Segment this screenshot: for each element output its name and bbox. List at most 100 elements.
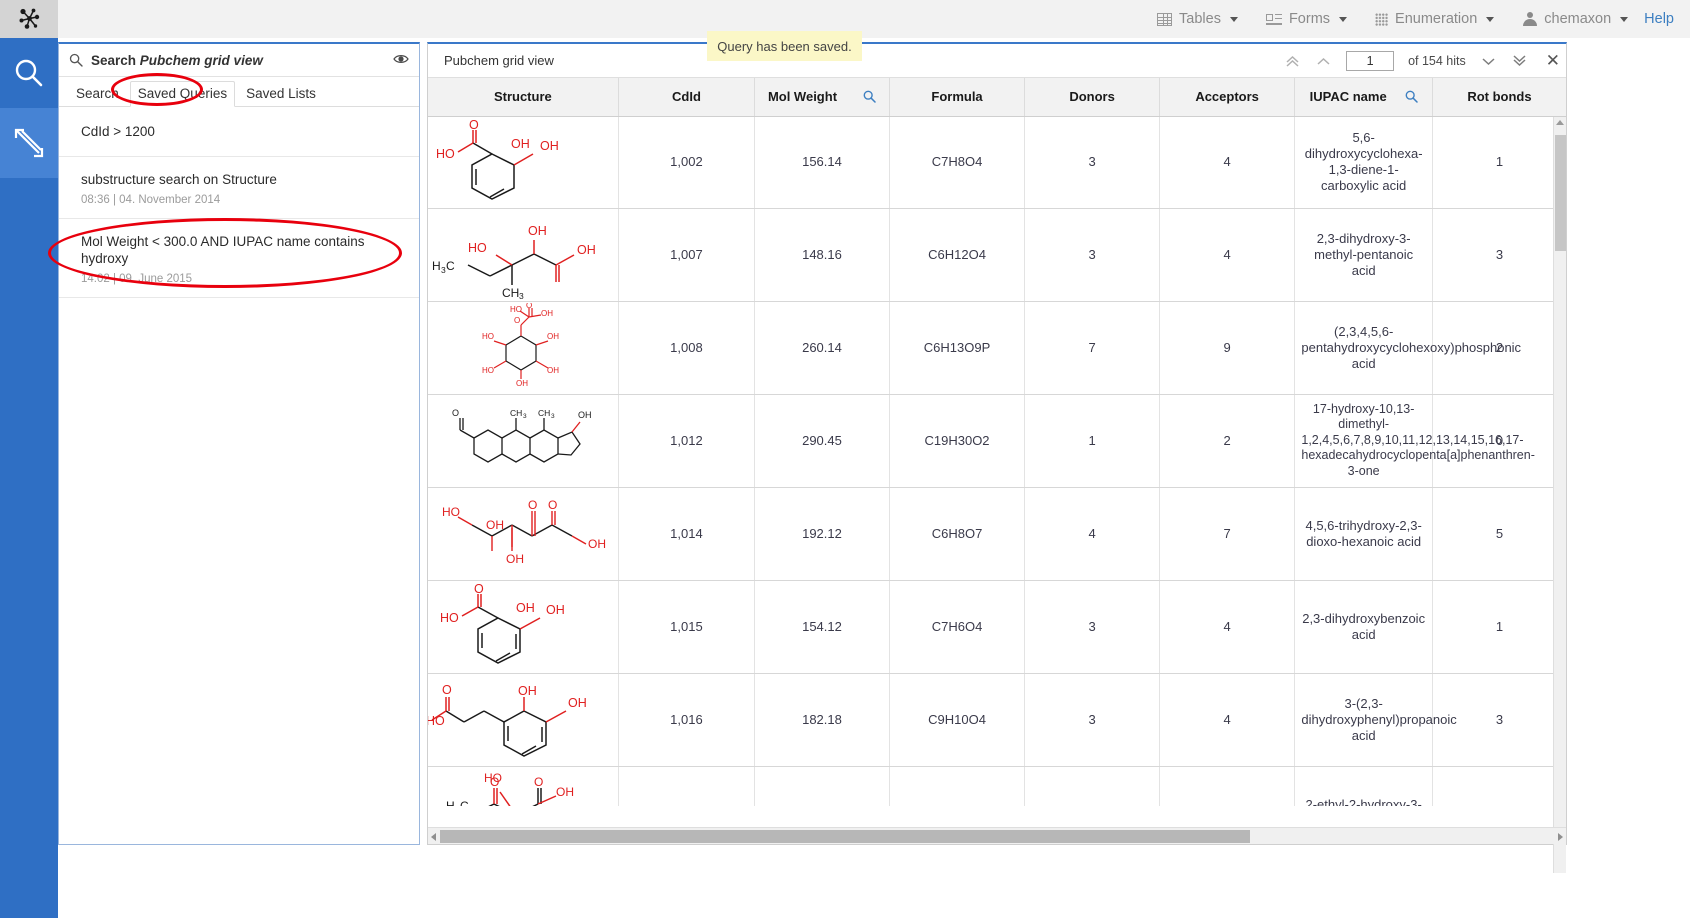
top-menu-group: Tables Forms Enumeration chemaxon: [1157, 0, 1628, 38]
scroll-left-arrow-icon[interactable]: [431, 833, 436, 841]
table-row[interactable]: OH OH O HO 1,015 154.12 C7H6O4 3 4 2,3-d…: [428, 580, 1566, 673]
cell-structure[interactable]: O OH OH OH HO HO O OH HO: [428, 301, 618, 394]
chevron-down-icon: [1230, 17, 1238, 22]
column-header-mol-weight[interactable]: Mol Weight: [755, 78, 890, 116]
column-header-cdid[interactable]: CdId: [618, 78, 755, 116]
cell-mol-weight: 260.14: [755, 301, 890, 394]
search-panel: Search Pubchem grid view Search Saved Qu…: [58, 42, 420, 845]
tab-saved-lists[interactable]: Saved Lists: [239, 82, 323, 106]
tab-search[interactable]: Search: [69, 82, 126, 106]
menu-user[interactable]: chemaxon: [1522, 0, 1628, 38]
vertical-scroll-thumb[interactable]: [1555, 135, 1566, 251]
table-row[interactable]: O OH OH OH HO HO O OH HO 1,008: [428, 301, 1566, 394]
menu-forms-label: Forms: [1289, 11, 1330, 27]
search-panel-target: Pubchem grid view: [140, 53, 263, 68]
saved-query-item[interactable]: substructure search on Structure 08:36 |…: [59, 157, 419, 219]
svg-text:OH: OH: [540, 139, 559, 153]
svg-text:H: H: [446, 799, 455, 806]
cell-structure[interactable]: OH OH O HO: [428, 116, 618, 208]
menu-forms[interactable]: Forms: [1266, 0, 1347, 38]
rail-item-structure-import[interactable]: [0, 108, 58, 178]
svg-text:HO: HO: [482, 366, 494, 375]
svg-text:CH: CH: [510, 408, 522, 418]
cell-cdid: 1,014: [618, 487, 755, 580]
column-header-acceptors[interactable]: Acceptors: [1159, 78, 1295, 116]
menu-enumeration[interactable]: Enumeration: [1375, 0, 1494, 38]
svg-text:O: O: [452, 408, 459, 418]
table-row[interactable]: CH 3 CH 3 O OH 1,012 290.45 C19H30O2 1: [428, 394, 1566, 487]
search-panel-title: Search Pubchem grid view: [91, 53, 263, 68]
last-page-button[interactable]: [1511, 53, 1528, 68]
svg-text:O: O: [528, 498, 537, 512]
chevron-down-icon: [1339, 17, 1347, 22]
horizontal-scrollbar[interactable]: [428, 827, 1566, 844]
table-row[interactable]: H 3 C HO OH OH CH 3 1,007 148.16: [428, 208, 1566, 301]
menu-user-label: chemaxon: [1544, 11, 1611, 27]
column-search-icon[interactable]: [1405, 90, 1418, 103]
vertical-scrollbar[interactable]: [1553, 117, 1566, 873]
cell-acceptors: 4: [1159, 116, 1295, 208]
cell-rot-bonds: 1: [1432, 116, 1566, 208]
horizontal-scroll-thumb[interactable]: [440, 830, 1250, 843]
svg-text:OH: OH: [518, 684, 537, 698]
help-link[interactable]: Help: [1644, 11, 1674, 27]
svg-text:HO: HO: [442, 505, 460, 519]
cell-structure[interactable]: OH OH O HO: [428, 580, 618, 673]
svg-text:OH: OH: [486, 518, 504, 532]
column-header-structure[interactable]: Structure: [428, 78, 618, 116]
column-label: CdId: [672, 89, 701, 104]
scroll-up-arrow-icon[interactable]: [1556, 120, 1564, 125]
column-label: IUPAC name: [1310, 89, 1387, 104]
pagination-controls: of 154 hits ✕: [1284, 51, 1560, 71]
rail-item-search[interactable]: [0, 38, 58, 108]
table-row[interactable]: OH OH O HO 1,016 182.18 C9H10O4 3 4 3-(2…: [428, 673, 1566, 766]
saved-query-item[interactable]: CdId > 1200: [59, 107, 419, 157]
svg-text:3: 3: [519, 291, 524, 299]
column-header-formula[interactable]: Formula: [889, 78, 1025, 116]
cell-mol-weight: 146.14: [755, 766, 890, 806]
saved-query-text: substructure search on Structure: [81, 171, 401, 188]
svg-text:OH: OH: [541, 309, 553, 318]
svg-text:O: O: [548, 498, 557, 512]
cell-donors: 3: [1025, 580, 1160, 673]
page-number-input[interactable]: [1346, 51, 1394, 71]
saved-query-item[interactable]: Mol Weight < 300.0 AND IUPAC name contai…: [59, 219, 419, 298]
svg-text:OH: OH: [547, 366, 559, 375]
grid-scroll-region: Structure CdId Mol Weight Formula Donor: [428, 78, 1566, 806]
table-row[interactable]: HO OH OH O O OH 1,014 192.12 C6H8O7 4: [428, 487, 1566, 580]
cell-iupac-name: 17-hydroxy-10,13-dimethyl-1,2,4,5,6,7,8,…: [1295, 394, 1433, 487]
cell-structure[interactable]: CH 3 CH 3 O OH: [428, 394, 618, 487]
scroll-right-arrow-icon[interactable]: [1558, 833, 1563, 841]
cell-donors: 3: [1025, 208, 1160, 301]
column-header-donors[interactable]: Donors: [1025, 78, 1160, 116]
cell-formula: C7H6O4: [889, 580, 1025, 673]
table-row[interactable]: H 3 C O HO O OH 1,017 146.14 C6H10O4: [428, 766, 1566, 806]
column-header-rot-bonds[interactable]: Rot bonds: [1432, 78, 1566, 116]
first-page-button[interactable]: [1284, 53, 1301, 68]
svg-text:OH: OH: [511, 137, 530, 151]
cell-acceptors: 9: [1159, 301, 1295, 394]
column-label: Formula: [931, 89, 982, 104]
previous-page-button[interactable]: [1315, 55, 1332, 67]
eye-icon[interactable]: [393, 53, 410, 65]
menu-tables[interactable]: Tables: [1157, 0, 1238, 38]
column-search-icon[interactable]: [863, 90, 876, 103]
enumeration-dots-icon: [1375, 13, 1388, 26]
svg-text:HO: HO: [482, 332, 494, 341]
cell-mol-weight: 154.12: [755, 580, 890, 673]
grid-view-panel: Pubchem grid view of 154 hits ✕: [427, 42, 1567, 845]
cell-structure[interactable]: HO OH OH O O OH: [428, 487, 618, 580]
cell-structure[interactable]: H 3 C O HO O OH: [428, 766, 618, 806]
cell-cdid: 1,008: [618, 301, 755, 394]
column-header-iupac-name[interactable]: IUPAC name: [1295, 78, 1433, 116]
tab-saved-queries[interactable]: Saved Queries: [130, 81, 235, 107]
next-page-button[interactable]: [1480, 55, 1497, 67]
column-label: Rot bonds: [1467, 89, 1531, 104]
cell-structure[interactable]: H 3 C HO OH OH CH 3: [428, 208, 618, 301]
menu-enumeration-label: Enumeration: [1395, 11, 1477, 27]
table-row[interactable]: OH OH O HO 1,002 156.14 C7H8O4 3 4 5,6-d…: [428, 116, 1566, 208]
cell-cdid: 1,012: [618, 394, 755, 487]
cell-structure[interactable]: OH OH O HO: [428, 673, 618, 766]
close-icon[interactable]: ✕: [1546, 52, 1560, 69]
app-logo[interactable]: [0, 0, 58, 38]
